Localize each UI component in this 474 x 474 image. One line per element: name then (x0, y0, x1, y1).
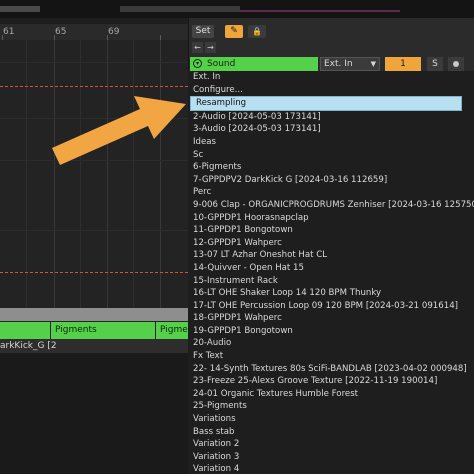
daw-window: 61 65 69 Pigments Pigmer arkKick_G [2 Se… (0, 0, 474, 474)
annotation-arrow-icon (52, 96, 186, 165)
